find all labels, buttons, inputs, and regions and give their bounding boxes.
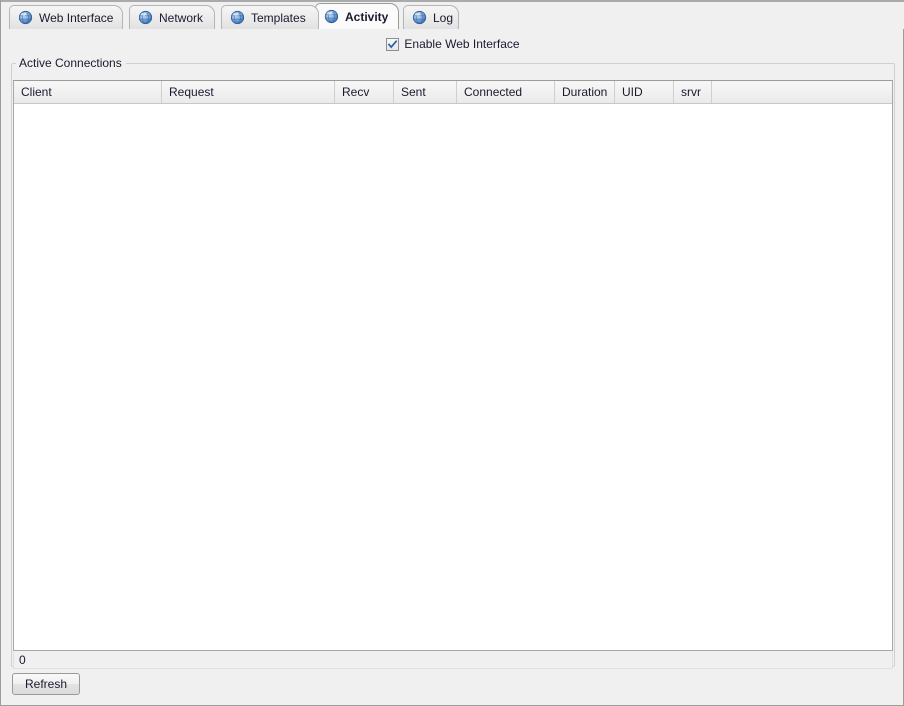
tab-label: Web Interface xyxy=(39,11,113,25)
active-connections-title: Active Connections xyxy=(16,56,126,70)
enable-web-interface-checkbox[interactable]: Enable Web Interface xyxy=(386,37,519,51)
tab-templates[interactable]: Templates xyxy=(221,5,319,29)
refresh-button[interactable]: Refresh xyxy=(12,673,80,695)
checkmark-icon xyxy=(387,39,398,50)
connection-count-bar: 0 xyxy=(13,651,893,669)
table-body[interactable] xyxy=(14,105,892,650)
column-header-connected[interactable]: Connected xyxy=(457,81,555,103)
tab-web-interface[interactable]: Web Interface xyxy=(9,5,123,29)
column-header-recv[interactable]: Recv xyxy=(335,81,394,103)
globe-icon xyxy=(230,10,245,25)
tab-log[interactable]: Log xyxy=(403,5,459,29)
column-header-sent[interactable]: Sent xyxy=(394,81,457,103)
connection-count-value: 0 xyxy=(19,653,26,667)
connections-table[interactable]: Client Request Recv Sent Connected Durat… xyxy=(13,80,893,651)
column-header-duration[interactable]: Duration xyxy=(555,81,615,103)
tab-label: Log xyxy=(433,11,453,25)
tab-label: Network xyxy=(159,11,203,25)
column-header-srvr[interactable]: srvr xyxy=(674,81,712,103)
checkbox-box[interactable] xyxy=(386,38,399,51)
globe-icon xyxy=(412,10,427,25)
tab-network[interactable]: Network xyxy=(129,5,215,29)
application-window: Web Interface Network xyxy=(0,0,904,706)
enable-web-interface-label: Enable Web Interface xyxy=(404,37,519,51)
column-header-filler xyxy=(712,81,892,103)
tab-label: Activity xyxy=(345,10,388,24)
table-header-row: Client Request Recv Sent Connected Durat… xyxy=(14,81,892,104)
column-header-request[interactable]: Request xyxy=(162,81,335,103)
globe-icon xyxy=(324,9,339,24)
globe-icon xyxy=(18,10,33,25)
tab-activity[interactable]: Activity xyxy=(315,3,399,29)
globe-icon xyxy=(138,10,153,25)
tab-strip: Web Interface Network xyxy=(1,0,904,27)
column-header-client[interactable]: Client xyxy=(14,81,162,103)
enable-web-interface-row: Enable Web Interface xyxy=(1,34,904,54)
tab-label: Templates xyxy=(251,11,306,25)
column-header-uid[interactable]: UID xyxy=(615,81,674,103)
